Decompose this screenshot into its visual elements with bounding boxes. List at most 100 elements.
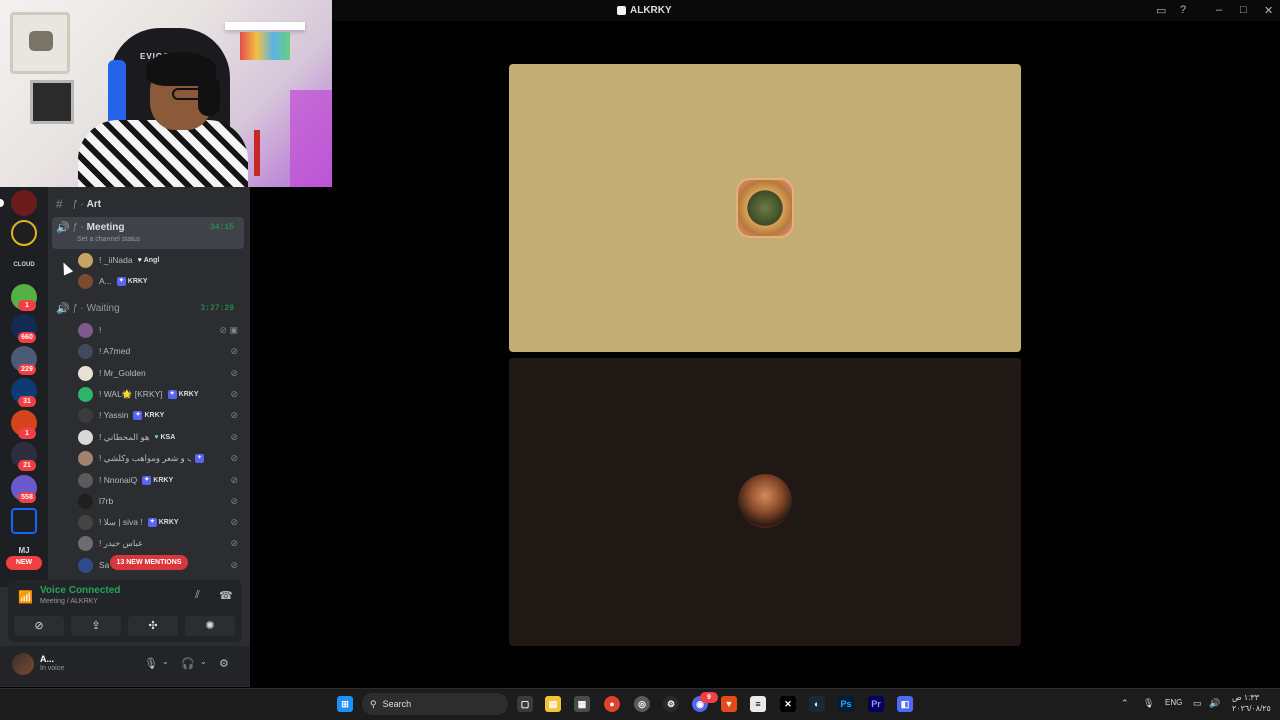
chevron-up-icon[interactable]: ⌃ bbox=[1121, 698, 1129, 709]
voice-member[interactable]: ! Yassin ✦ KRKY ⊘ bbox=[78, 405, 240, 425]
photoshop-icon[interactable]: Ps bbox=[838, 696, 854, 712]
voice-member[interactable]: ! WAL🌟 [KRKY] ✦ KRKY ⊘ bbox=[78, 384, 240, 404]
mute-icon: ⊘ bbox=[230, 474, 238, 485]
mute-icon: ⊘ bbox=[230, 345, 238, 356]
server-icon[interactable] bbox=[11, 508, 37, 534]
network-icon[interactable]: ▭ bbox=[1193, 698, 1202, 709]
channel-meeting[interactable]: 🔊 ƒ · Meeting 34:15 bbox=[56, 217, 244, 237]
voice-member[interactable]: ! _iiNada ♥ Angl bbox=[78, 250, 240, 270]
discord-badge: 9 bbox=[700, 692, 718, 703]
tag-label: KRKY bbox=[144, 411, 165, 419]
member-tag: ✦ KRKY bbox=[116, 276, 148, 286]
speaker-icon: 🔊 bbox=[56, 302, 70, 315]
voice-member[interactable]: ! Mr_Golden ⊘ bbox=[78, 363, 240, 383]
chevron-down-icon[interactable]: ⌄ bbox=[200, 657, 207, 666]
voice-member[interactable]: A... ✦ KRKY bbox=[78, 271, 240, 291]
microphone-icon[interactable]: 🎙 bbox=[1143, 698, 1154, 709]
hash-icon: # bbox=[56, 197, 63, 211]
voice-member[interactable]: ! هو المحطاني ♥ KSA ⊘ bbox=[78, 427, 240, 447]
voice-member[interactable]: ! عباس حيدر ⊘ bbox=[78, 533, 240, 553]
avatar[interactable] bbox=[12, 653, 34, 675]
microphone-icon[interactable]: 🎙 bbox=[144, 657, 158, 670]
soundboard-button[interactable]: ✺ bbox=[185, 616, 235, 636]
disconnect-icon[interactable]: ☎ bbox=[219, 589, 233, 602]
volume-icon[interactable]: 🔊 bbox=[1209, 698, 1220, 709]
store-icon[interactable]: ▦ bbox=[574, 696, 590, 712]
mute-icon: ⊘ bbox=[230, 409, 238, 420]
voice-member[interactable]: ! NnonaiQ ✦ KRKY ⊘ bbox=[78, 470, 240, 490]
channel-prefix-icon: ƒ · bbox=[72, 302, 84, 314]
obs-icon[interactable]: ◎ bbox=[634, 696, 650, 712]
member-name: ! A7med bbox=[99, 346, 131, 356]
minimize-icon[interactable]: – bbox=[1216, 4, 1222, 16]
capcut-icon[interactable]: ✕ bbox=[780, 696, 796, 712]
voice-member[interactable]: ! ⊘ ▣ bbox=[78, 320, 240, 340]
avatar bbox=[78, 514, 93, 530]
avatar bbox=[78, 273, 93, 289]
close-icon[interactable]: ✕ bbox=[1264, 4, 1273, 17]
chevron-down-icon[interactable]: ⌄ bbox=[162, 657, 169, 666]
avatar bbox=[78, 557, 93, 573]
avatar bbox=[78, 450, 93, 466]
server-icon[interactable] bbox=[11, 220, 37, 246]
member-tag: ✦ KRKY bbox=[133, 410, 165, 420]
server-badge: 229 bbox=[18, 364, 36, 375]
mute-icon: ⊘ bbox=[230, 367, 238, 378]
person-shirt bbox=[78, 120, 248, 187]
app-icon[interactable]: ◧ bbox=[897, 696, 913, 712]
clock-time[interactable]: ١:٣٣ ص bbox=[1232, 693, 1259, 702]
steam-icon[interactable]: ◐ bbox=[809, 696, 825, 712]
avatar bbox=[78, 407, 93, 423]
voice-member[interactable]: ! A7med ⊘ bbox=[78, 341, 240, 361]
channel-status-hint[interactable]: Set a channel status bbox=[77, 236, 140, 243]
voice-status[interactable]: Voice Connected bbox=[40, 585, 120, 596]
member-name: ! Mr_Golden bbox=[99, 368, 146, 378]
channel-label: Meeting bbox=[86, 221, 125, 233]
premiere-icon[interactable]: Pr bbox=[868, 696, 884, 712]
help-icon[interactable]: ? bbox=[1180, 4, 1186, 16]
mute-icon: ⊘ bbox=[230, 388, 238, 399]
heart-icon: ♥ bbox=[137, 256, 142, 264]
new-mentions-pill[interactable]: 13 NEW MENTIONS bbox=[110, 555, 188, 570]
member-name: ! عباس حيدر bbox=[99, 537, 144, 548]
file-explorer-icon[interactable]: ▤ bbox=[545, 696, 561, 712]
brave-icon[interactable]: ▼ bbox=[721, 696, 737, 712]
tag-label: KRKY bbox=[178, 390, 199, 398]
play-button-plaque bbox=[10, 12, 70, 74]
maximize-icon[interactable]: □ bbox=[1240, 4, 1247, 16]
speaker-icon: 🔊 bbox=[56, 221, 70, 234]
channel-art[interactable]: # ƒ · Art bbox=[56, 194, 101, 214]
steam-alt-icon[interactable]: ⚙ bbox=[663, 696, 679, 712]
mute-icon: ⊘ bbox=[230, 537, 238, 548]
server-icon-cloud[interactable]: CLOUD bbox=[11, 252, 37, 278]
task-view-icon[interactable]: ▢ bbox=[517, 696, 533, 712]
user-name[interactable]: A... bbox=[40, 654, 54, 664]
inbox-icon[interactable]: ▭ bbox=[1156, 4, 1166, 17]
gear-icon[interactable]: ⚙ bbox=[219, 657, 229, 670]
mute-icon: ⊘ bbox=[230, 452, 238, 463]
camera-off-button[interactable]: ⊘ bbox=[14, 616, 64, 636]
member-name: ! هو المحطاني bbox=[99, 431, 150, 442]
signal-icon[interactable]: 📶 bbox=[18, 590, 33, 604]
screen-share-button[interactable]: ⇪ bbox=[71, 616, 121, 636]
taskbar-search[interactable]: ⚲ Search bbox=[362, 693, 508, 715]
notepad-icon[interactable]: ≡ bbox=[750, 696, 766, 712]
voice-member[interactable]: l7rb ⊘ bbox=[78, 491, 240, 511]
voice-location[interactable]: Meeting / ALKRKY bbox=[40, 598, 98, 605]
clock-date[interactable]: ٢٠٢٦/٠٨/٢٥ bbox=[1232, 704, 1271, 713]
chrome-icon[interactable]: ● bbox=[604, 696, 620, 712]
activities-button[interactable]: ✣ bbox=[128, 616, 178, 636]
member-name: ! NnonaiQ bbox=[99, 475, 138, 485]
language-indicator[interactable]: ENG bbox=[1165, 698, 1182, 707]
noise-suppression-icon[interactable]: ⫽ bbox=[195, 589, 200, 602]
voice-member[interactable]: ! عدي تحاب و شعر ومواهب وكلشي ✦ ⊘ bbox=[78, 448, 240, 468]
headphones-icon[interactable]: 🎧 bbox=[181, 657, 195, 670]
server-icon[interactable] bbox=[11, 190, 37, 216]
avatar bbox=[78, 493, 93, 509]
member-name: l7rb bbox=[99, 496, 114, 506]
voice-member[interactable]: ! ﺳﻼ | siva ! ✦ KRKY ⊘ bbox=[78, 512, 240, 532]
channel-waiting[interactable]: 🔊 ƒ · Waiting 3:27:29 bbox=[56, 298, 244, 318]
headphones bbox=[198, 76, 220, 116]
new-servers-pill[interactable]: NEW bbox=[6, 556, 42, 570]
windows-start-icon[interactable]: ⊞ bbox=[337, 696, 353, 712]
